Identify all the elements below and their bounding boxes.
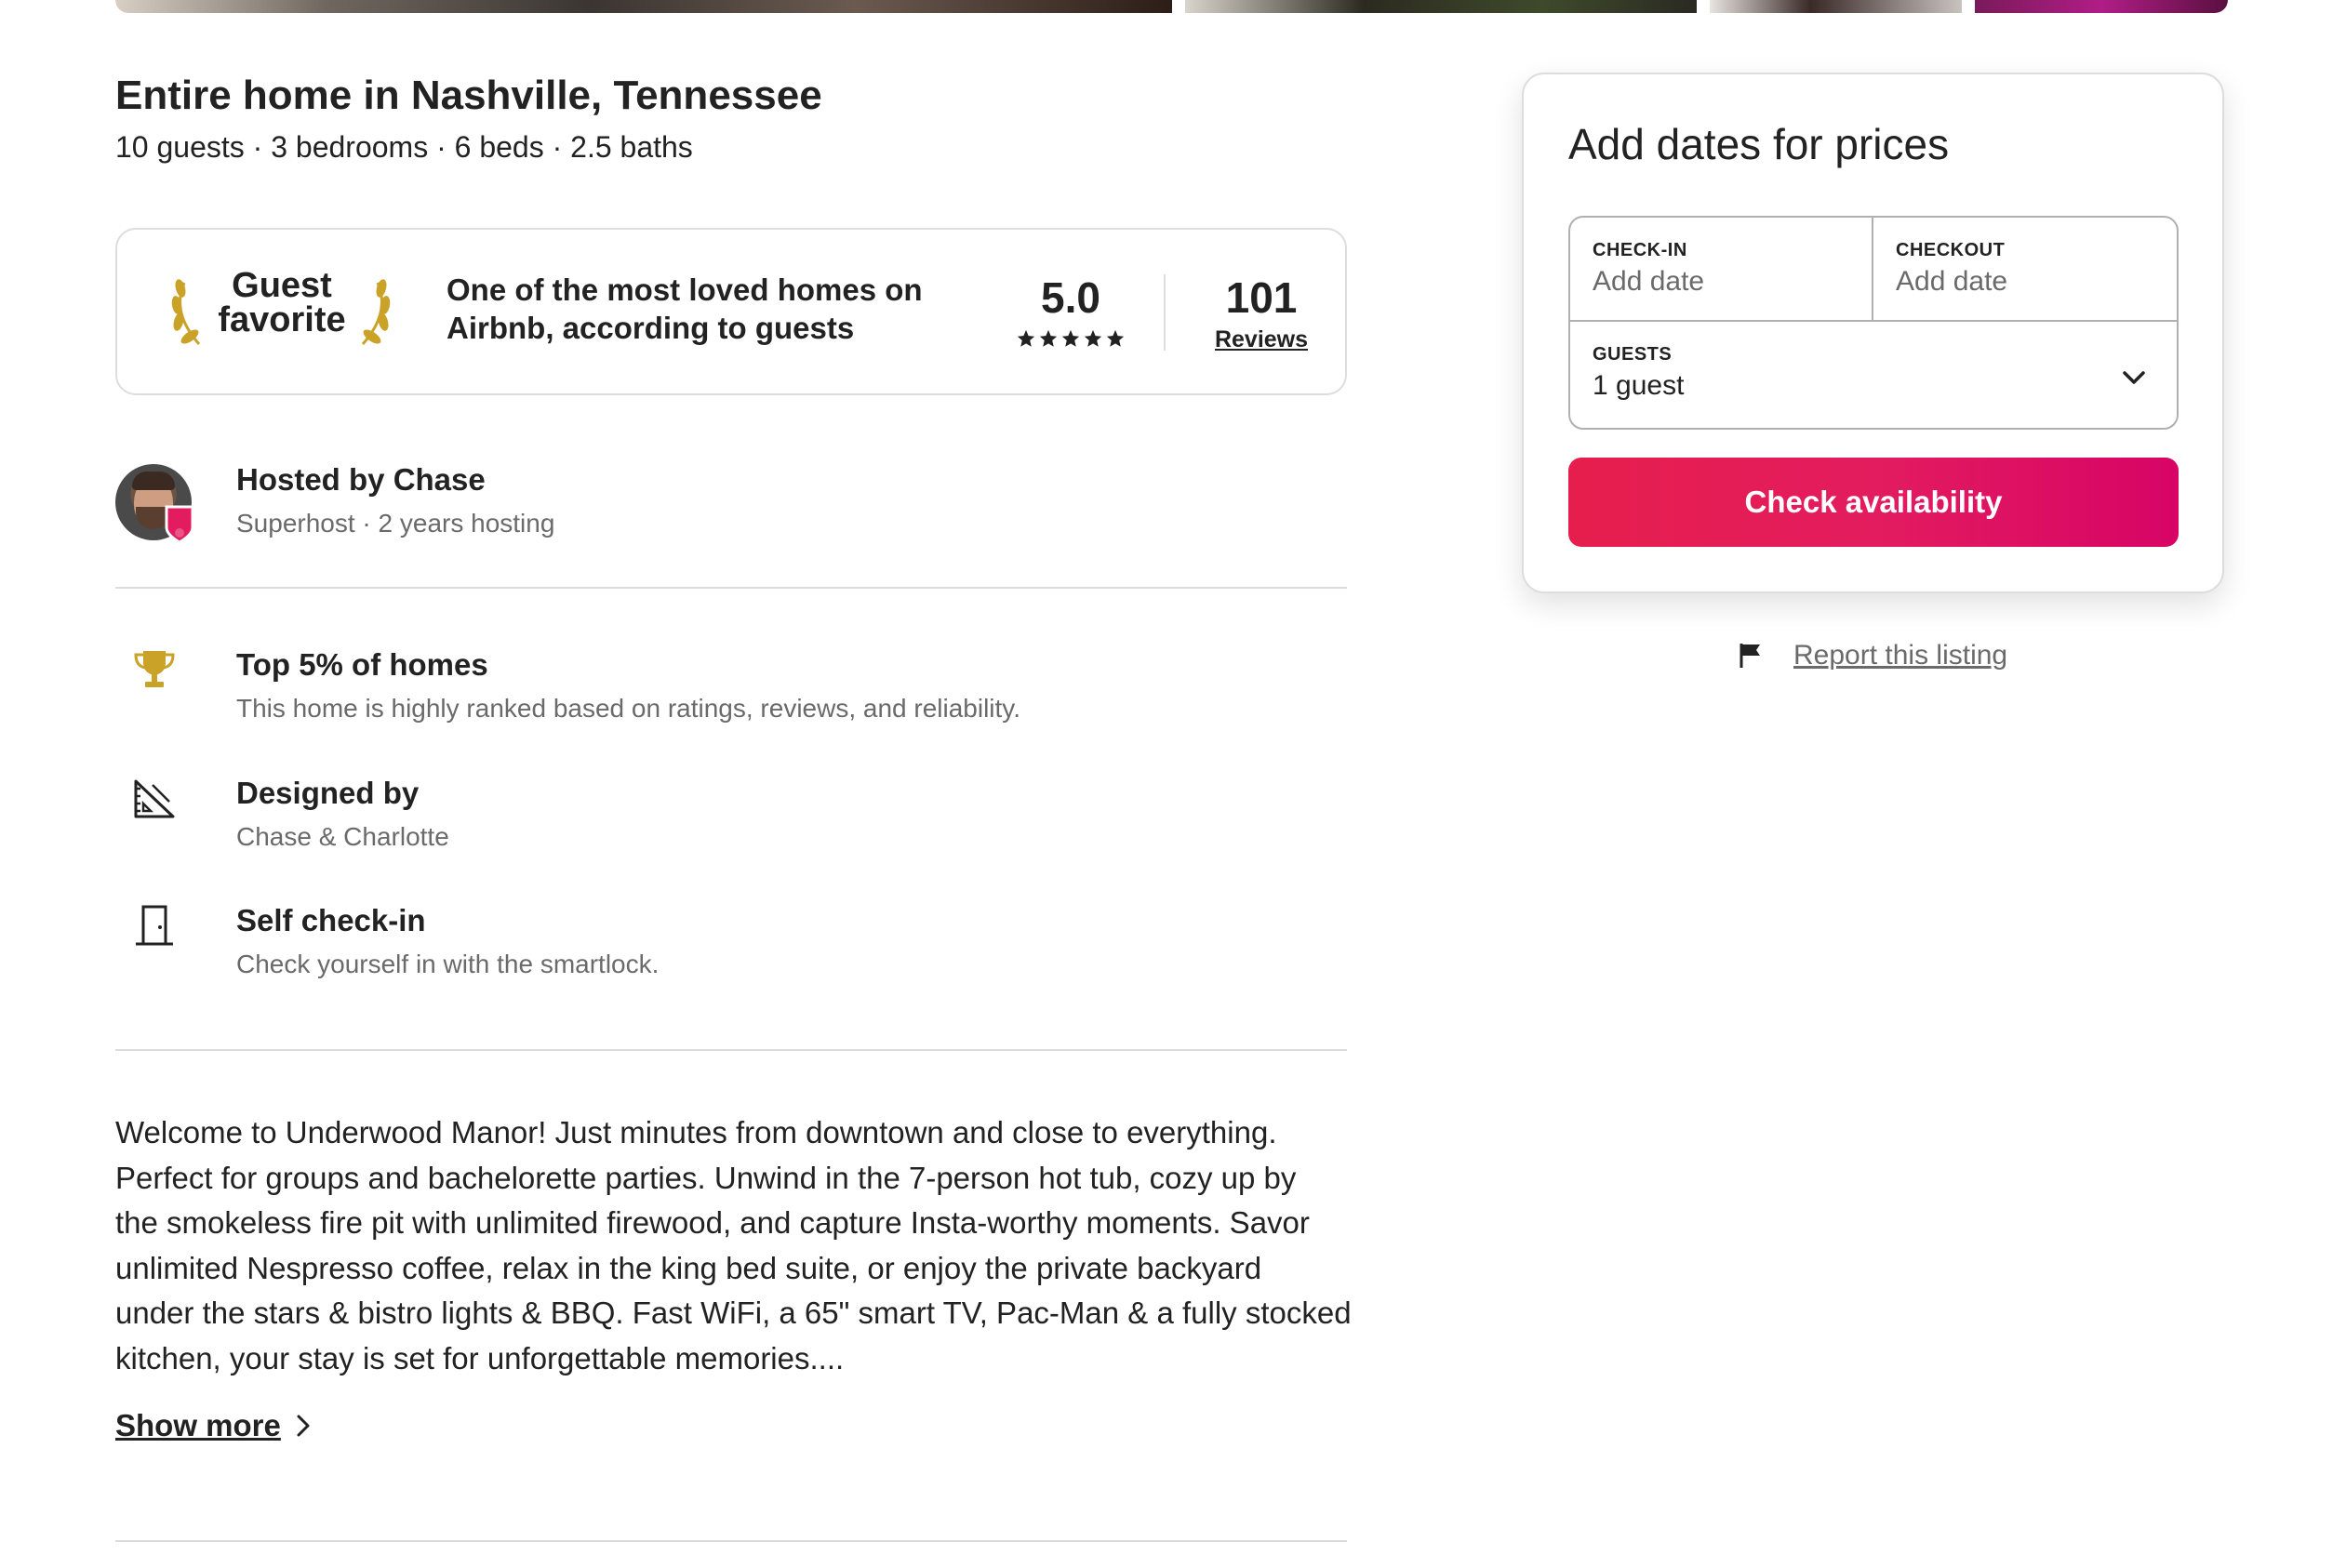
superhost-badge-icon: [165, 505, 194, 544]
guests-select[interactable]: GUESTS 1 guest: [1570, 322, 2177, 430]
listing-subtitle: 10 guests · 3 bedrooms · 6 beds · 2.5 ba…: [115, 130, 693, 164]
guest-favorite-label: Guest favorite: [212, 266, 352, 339]
listing-description: Welcome to Underwood Manor! Just minutes…: [115, 1115, 1352, 1375]
date-row: CHECK-IN Add date CHECKOUT Add date: [1570, 218, 2177, 322]
chevron-down-icon: [2123, 371, 2145, 384]
photo-main[interactable]: [115, 0, 1172, 13]
photo-gallery: [115, 0, 2228, 13]
star-icon: [1061, 329, 1080, 347]
booking-title: Add dates for prices: [1568, 120, 1950, 168]
show-more-label: Show more: [115, 1408, 281, 1442]
report-listing[interactable]: Report this listing: [1738, 640, 2007, 671]
guest-favorite-text-line2: Airbnb, according to guests: [447, 311, 855, 345]
highlight-top-homes: Top 5% of homes This home is highly rank…: [115, 642, 1347, 753]
highlight-designed-by: Designed by Chase & Charlotte: [115, 770, 1347, 882]
star-rating: [1010, 328, 1131, 349]
show-more-button[interactable]: Show more: [115, 1408, 313, 1443]
highlight-self-checkin: Self check-in Check yourself in with the…: [115, 897, 1347, 1009]
host-meta: Superhost · 2 years hosting: [236, 509, 555, 538]
date-guest-picker: CHECK-IN Add date CHECKOUT Add date GUES…: [1568, 216, 2179, 430]
reviews-block[interactable]: 101 Reviews: [1196, 272, 1326, 353]
flag-icon: [1740, 644, 1760, 668]
highlight-title: Designed by: [236, 776, 420, 810]
chevron-right-icon: [297, 1415, 310, 1437]
star-icon: [1017, 329, 1035, 347]
checkout-field[interactable]: CHECKOUT Add date: [1873, 218, 2179, 322]
guest-favorite-line2: favorite: [218, 300, 346, 339]
reviews-count: 101: [1225, 273, 1298, 322]
photo-2[interactable]: [1185, 0, 1697, 13]
host-avatar[interactable]: [115, 464, 194, 544]
highlight-desc: Check yourself in with the smartlock.: [236, 950, 660, 978]
guest-favorite-text-line1: One of the most loved homes on: [447, 272, 923, 307]
highlight-title: Top 5% of homes: [236, 647, 488, 682]
rating-block: 5.0: [1010, 272, 1131, 349]
guests-label: GUESTS: [1593, 344, 1673, 365]
highlight-desc: Chase & Charlotte: [236, 822, 449, 851]
guest-favorite-line1: Guest: [232, 266, 332, 305]
highlight-title: Self check-in: [236, 903, 426, 937]
star-icon: [1106, 329, 1125, 347]
guest-favorite-description: One of the most loved homes on Airbnb, a…: [447, 271, 967, 347]
design-ruler-icon: [134, 779, 175, 818]
reviews-link[interactable]: Reviews: [1196, 326, 1326, 353]
laurel-right-icon: [361, 279, 391, 345]
trophy-icon: [134, 651, 175, 687]
listing-page: Entire home in Nashville, Tennessee 10 g…: [0, 0, 2346, 1568]
host-section: Hosted by Chase Superhost · 2 years host…: [115, 460, 1347, 589]
report-listing-link[interactable]: Report this listing: [1793, 640, 2007, 671]
door-icon: [136, 905, 173, 946]
avatar-hair: [132, 472, 175, 490]
rating-divider: [1164, 274, 1166, 351]
laurel-left-icon: [171, 279, 201, 345]
star-icon: [1084, 329, 1102, 347]
checkin-value: Add date: [1593, 266, 1705, 297]
highlight-desc: This home is highly ranked based on rati…: [236, 694, 1021, 723]
guests-value: 1 guest: [1593, 370, 1685, 401]
star-icon: [1039, 329, 1058, 347]
checkout-label: CHECKOUT: [1896, 240, 2006, 260]
check-availability-button[interactable]: Check availability: [1568, 458, 2179, 547]
photo-3[interactable]: [1710, 0, 1962, 13]
booking-card: Add dates for prices CHECK-IN Add date C…: [1522, 73, 2224, 593]
host-name: Hosted by Chase: [236, 462, 486, 497]
rating-value: 5.0: [1041, 273, 1100, 322]
guest-favorite-card[interactable]: Guest favorite One of the most loved hom…: [115, 228, 1347, 395]
section-divider: [115, 1540, 1347, 1542]
listing-title: Entire home in Nashville, Tennessee: [115, 73, 822, 118]
checkin-label: CHECK-IN: [1593, 240, 1687, 260]
checkin-field[interactable]: CHECK-IN Add date: [1570, 218, 1873, 322]
photo-4[interactable]: [1975, 0, 2228, 13]
section-divider: [115, 1049, 1347, 1051]
checkout-value: Add date: [1896, 266, 2008, 297]
